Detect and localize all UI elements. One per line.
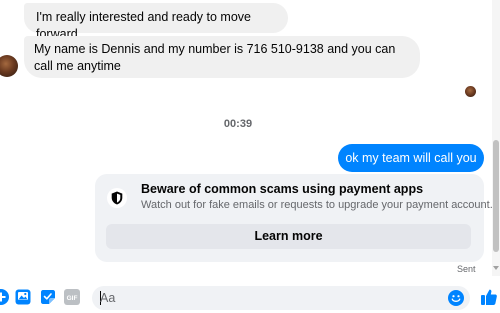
photo-icon[interactable] xyxy=(15,289,31,305)
message-input[interactable] xyxy=(100,286,440,310)
message-input-container[interactable] xyxy=(92,286,470,310)
learn-more-button[interactable]: Learn more xyxy=(106,224,471,249)
contact-avatar[interactable] xyxy=(0,55,18,77)
notice-subtitle: Watch out for fake emails or requests to… xyxy=(141,199,493,211)
gif-icon[interactable]: GIF xyxy=(64,289,80,305)
incoming-message[interactable]: My name is Dennis and my number is 716 5… xyxy=(24,36,420,78)
message-text: ok my team will call you xyxy=(345,151,477,165)
incoming-message[interactable]: I'm really interested and ready to move … xyxy=(24,3,288,41)
scroll-down-arrow[interactable] xyxy=(493,266,499,270)
outgoing-message[interactable]: ok my team will call you xyxy=(338,144,484,172)
notice-title: Beware of common scams using payment app… xyxy=(141,182,424,196)
message-timestamp: 00:39 xyxy=(223,118,253,130)
conversation-view: I'm really interested and ready to move … xyxy=(0,0,500,313)
gif-label: GIF xyxy=(67,295,78,302)
plus-circle-icon[interactable] xyxy=(0,289,9,305)
scrollbar[interactable] xyxy=(492,0,500,276)
delivery-status: Sent xyxy=(457,264,476,274)
thumbs-up-icon[interactable] xyxy=(480,288,498,306)
sticker-icon[interactable] xyxy=(40,289,56,305)
message-composer: GIF xyxy=(0,280,500,313)
emoji-icon[interactable] xyxy=(448,290,464,306)
message-text: My name is Dennis and my number is 716 5… xyxy=(34,42,396,73)
read-receipt-avatar xyxy=(465,86,476,97)
scrollbar-thumb[interactable] xyxy=(493,140,499,252)
safety-notice-card: Beware of common scams using payment app… xyxy=(95,174,493,262)
shield-icon xyxy=(107,188,127,208)
